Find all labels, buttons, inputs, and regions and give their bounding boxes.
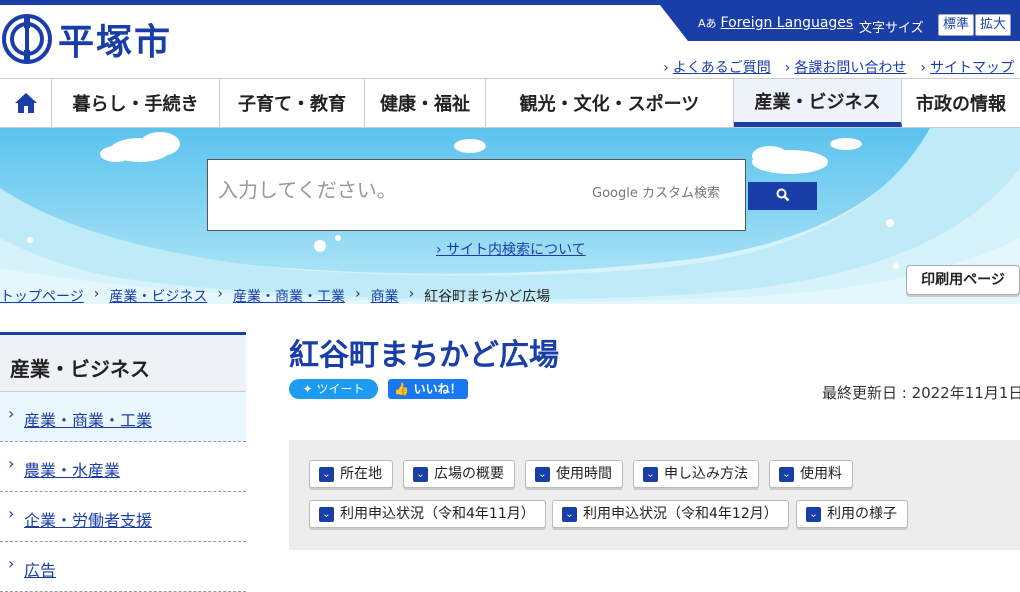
- chevron-down-icon: ⌄: [779, 467, 794, 482]
- side-nav: 産業・ビジネス 産業・商業・工業 農業・水産業 企業・労働者支援 広告: [0, 332, 246, 592]
- chevron-down-icon: ⌄: [413, 467, 428, 482]
- side-item-label: 広告: [24, 561, 57, 580]
- twitter-icon: ✦: [302, 382, 313, 396]
- toc-fee[interactable]: ⌄ 使用料: [769, 460, 853, 488]
- contact-link[interactable]: 各課お問い合わせ: [785, 57, 906, 77]
- toc-location[interactable]: ⌄ 所在地: [309, 460, 393, 488]
- breadcrumb-business[interactable]: 産業・ビジネス: [109, 286, 207, 306]
- tweet-button[interactable]: ✦ ツイート: [289, 379, 378, 399]
- tweet-label: ツイート: [316, 382, 365, 396]
- chevron-down-icon: ⌄: [319, 467, 334, 482]
- breadcrumb-current: 紅谷町まちかど広場: [424, 289, 551, 305]
- nav-childcare[interactable]: 子育て・教育: [220, 79, 365, 127]
- chevron-down-icon: ⌄: [562, 507, 577, 522]
- nav-living[interactable]: 暮らし・手続き: [52, 79, 220, 127]
- nav-business[interactable]: 産業・ビジネス: [734, 79, 902, 127]
- breadcrumb-top[interactable]: トップページ: [0, 286, 84, 306]
- foreign-languages-label: Foreign Languages: [720, 15, 854, 31]
- toc-label: 使用料: [800, 466, 842, 482]
- sitemap-link[interactable]: サイトマップ: [920, 57, 1014, 77]
- toc-apply[interactable]: ⌄ 申し込み方法: [633, 460, 759, 488]
- side-item-label: 企業・労働者支援: [24, 511, 153, 530]
- search-icon: [776, 188, 789, 201]
- side-nav-title: 産業・ビジネス: [0, 332, 246, 392]
- home-link[interactable]: [0, 79, 52, 127]
- search-box: Google カスタム検索: [207, 159, 746, 231]
- side-item-industry[interactable]: 産業・商業・工業: [0, 392, 246, 442]
- thumbs-up-icon: 👍: [394, 382, 410, 396]
- side-item-label: 産業・商業・工業: [24, 411, 153, 430]
- page-title: 紅谷町まちかど広場: [289, 338, 559, 373]
- toc-label: 利用申込状況（令和4年11月）: [340, 506, 535, 522]
- side-item-agriculture[interactable]: 農業・水産業: [0, 442, 246, 492]
- site-name: 平塚市: [58, 22, 173, 63]
- side-item-label: 農業・水産業: [24, 461, 121, 480]
- city-emblem-icon: [2, 14, 52, 64]
- print-page-button[interactable]: 印刷用ページ: [906, 265, 1020, 295]
- toc-label: 利用申込状況（令和4年12月）: [583, 506, 778, 522]
- chevron-down-icon: ⌄: [806, 507, 821, 522]
- font-standard-button[interactable]: 標準: [938, 14, 975, 36]
- site-logo[interactable]: 平塚市: [2, 13, 172, 65]
- toc-hours[interactable]: ⌄ 使用時間: [525, 460, 623, 488]
- nav-tourism[interactable]: 観光・文化・スポーツ: [486, 79, 734, 127]
- breadcrumb-separator: ›: [217, 286, 223, 302]
- search-about-link[interactable]: › サイト内検索について: [436, 239, 586, 259]
- chevron-down-icon: ⌄: [319, 507, 334, 522]
- search-about-label: サイト内検索について: [446, 242, 586, 258]
- side-item-ads[interactable]: 広告: [0, 542, 246, 592]
- google-custom-search-label: Google カスタム検索: [592, 186, 720, 201]
- toc-status-dec[interactable]: ⌄ 利用申込状況（令和4年12月）: [552, 500, 789, 528]
- nav-health[interactable]: 健康・福祉: [365, 79, 486, 127]
- breadcrumb-commerce[interactable]: 商業: [371, 286, 399, 306]
- search-button[interactable]: [748, 182, 817, 210]
- page-contents-index: ⌄ 所在地 ⌄ 広場の概要 ⌄ 使用時間 ⌄ 申し込み方法 ⌄ 使用料 ⌄ 利用申込状況（令…: [289, 440, 1020, 550]
- global-nav: 暮らし・手続き 子育て・教育 健康・福祉 観光・文化・スポーツ 産業・ビジネス …: [0, 78, 1020, 128]
- utility-links: よくあるご質問 各課お問い合わせ サイトマップ: [649, 57, 1014, 77]
- toc-label: 申し込み方法: [664, 466, 748, 482]
- search-hero: Google カスタム検索 › サイト内検索について 印刷用ページ: [0, 128, 1020, 304]
- last-updated: 最終更新日 : 2022年11月1日: [822, 384, 1020, 402]
- toc-label: 利用の様子: [827, 506, 897, 522]
- home-icon: [14, 93, 37, 113]
- search-input[interactable]: [218, 180, 588, 203]
- breadcrumb-industry[interactable]: 産業・商業・工業: [233, 286, 345, 306]
- toc-status-nov[interactable]: ⌄ 利用申込状況（令和4年11月）: [309, 500, 546, 528]
- site-header: 平塚市 Aあ Foreign Languages 文字サイズ 標準 拡大 よくあ…: [0, 5, 1020, 77]
- chevron-down-icon: ⌄: [535, 467, 550, 482]
- side-item-support[interactable]: 企業・労働者支援: [0, 492, 246, 542]
- toc-label: 所在地: [340, 466, 382, 482]
- faq-link[interactable]: よくあるご質問: [663, 57, 771, 77]
- toc-label: 広場の概要: [434, 466, 504, 482]
- toc-photos[interactable]: ⌄ 利用の様子: [796, 500, 908, 528]
- breadcrumb: トップページ › 産業・ビジネス › 産業・商業・工業 › 商業 › 紅谷町まち…: [0, 286, 550, 306]
- language-icon: Aあ: [698, 17, 717, 30]
- toc-label: 使用時間: [556, 466, 612, 482]
- toc-overview[interactable]: ⌄ 広場の概要: [403, 460, 515, 488]
- breadcrumb-separator: ›: [354, 286, 361, 302]
- font-size-label: 文字サイズ: [859, 21, 924, 36]
- foreign-languages-link[interactable]: Aあ Foreign Languages: [698, 15, 853, 31]
- like-label: いいね！: [413, 382, 462, 396]
- chevron-down-icon: ⌄: [643, 467, 658, 482]
- breadcrumb-separator: ›: [408, 286, 415, 302]
- facebook-like-button[interactable]: 👍 いいね！: [388, 379, 468, 399]
- font-large-button[interactable]: 拡大: [975, 14, 1012, 36]
- nav-city-info[interactable]: 市政の情報: [902, 79, 1020, 127]
- breadcrumb-separator: ›: [93, 286, 100, 302]
